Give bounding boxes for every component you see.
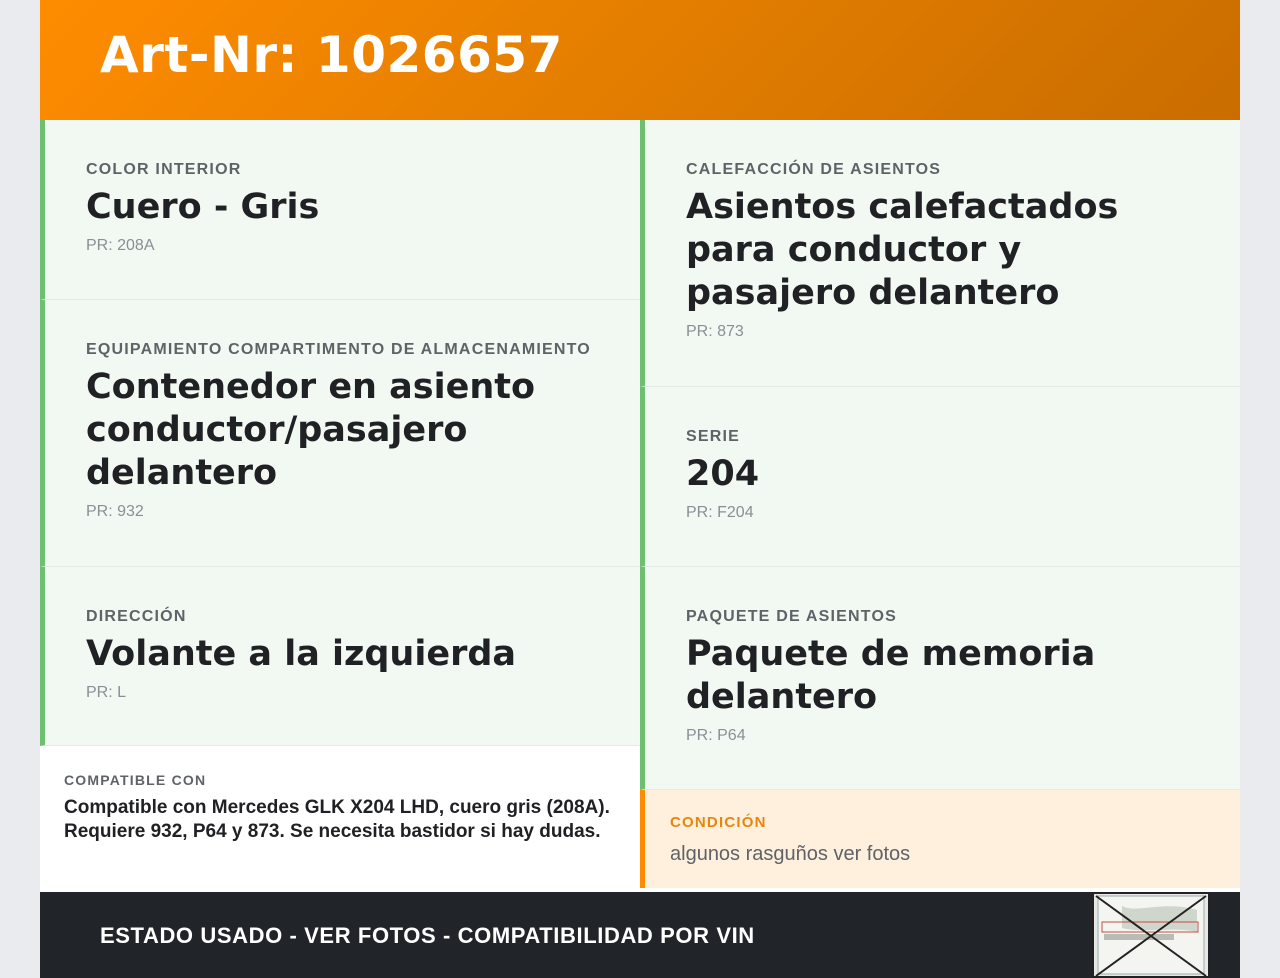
spec-pr-code: PR: 208A <box>86 237 155 254</box>
right-spec-column: CALEFACCIÓN DE ASIENTOS Asientos calefac… <box>640 120 1240 790</box>
spec-value: Asientos calefactados para conductor y p… <box>686 187 1119 313</box>
spec-label: SERIE <box>686 428 741 445</box>
spec-pr-code: PR: P64 <box>686 727 746 744</box>
product-card: Art-Nr: 1026657 COLOR INTERIOR Cuero - G… <box>40 0 1240 978</box>
spec-value: Paquete de memoria delantero <box>686 634 1096 717</box>
spec-label: PAQUETE DE ASIENTOS <box>686 608 897 625</box>
spec-label: DIRECCIÓN <box>86 608 187 625</box>
photo-placeholder-icon <box>1092 892 1210 978</box>
spec-value: Cuero - Gris <box>86 187 320 227</box>
spec-storage-equipment: EQUIPAMIENTO COMPARTIMENTO DE ALMACENAMI… <box>40 300 640 567</box>
spec-label: COLOR INTERIOR <box>86 161 242 178</box>
condition-text: algunos rasguños ver fotos <box>670 843 911 865</box>
spec-pr-code: PR: 932 <box>86 503 144 520</box>
spec-label: CALEFACCIÓN DE ASIENTOS <box>686 161 942 178</box>
article-number-title: Art-Nr: 1026657 <box>100 26 563 84</box>
compatibility-section: COMPATIBLE CON Compatible con Mercedes G… <box>40 746 640 892</box>
footer-bar: ESTADO USADO - VER FOTOS - COMPATIBILIDA… <box>40 892 1240 978</box>
spec-seat-package: PAQUETE DE ASIENTOS Paquete de memoria d… <box>640 567 1240 790</box>
spec-value: 204 <box>686 454 760 494</box>
spec-pr-code: PR: L <box>86 684 127 701</box>
header-banner: Art-Nr: 1026657 <box>40 0 1240 120</box>
footer-status-text: ESTADO USADO - VER FOTOS - COMPATIBILIDA… <box>100 923 755 948</box>
compatibility-text: Compatible con Mercedes GLK X204 LHD, cu… <box>64 797 610 842</box>
label-photo-thumbnail[interactable] <box>1092 892 1210 978</box>
spec-steering: DIRECCIÓN Volante a la izquierda PR: L <box>40 567 640 746</box>
spec-label: EQUIPAMIENTO COMPARTIMENTO DE ALMACENAMI… <box>86 341 591 358</box>
spec-series: SERIE 204 PR: F204 <box>640 387 1240 567</box>
compatibility-label: COMPATIBLE CON <box>64 772 207 788</box>
spec-seat-heating: CALEFACCIÓN DE ASIENTOS Asientos calefac… <box>640 120 1240 387</box>
left-spec-column: COLOR INTERIOR Cuero - Gris PR: 208A EQU… <box>40 120 640 746</box>
spec-value: Contenedor en asiento conductor/pasajero… <box>86 367 536 493</box>
spec-pr-code: PR: F204 <box>686 504 754 521</box>
condition-section: CONDICIÓN algunos rasguños ver fotos <box>640 790 1240 888</box>
spec-pr-code: PR: 873 <box>686 323 744 340</box>
spec-interior-color: COLOR INTERIOR Cuero - Gris PR: 208A <box>40 120 640 300</box>
condition-label: CONDICIÓN <box>670 814 767 831</box>
spec-value: Volante a la izquierda <box>86 634 517 674</box>
